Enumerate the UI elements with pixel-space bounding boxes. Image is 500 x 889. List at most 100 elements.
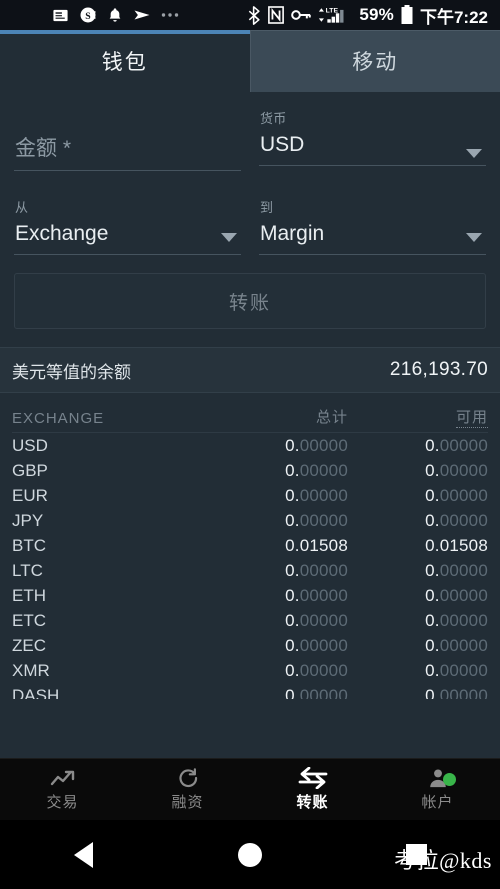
row-total: 0.00000 xyxy=(285,560,348,580)
row-available: 0.00000 xyxy=(425,660,488,680)
nav-item-trade[interactable]: 交易 xyxy=(0,759,125,820)
home-circle-icon xyxy=(238,842,262,867)
row-symbol: ZEC xyxy=(12,635,46,655)
row-available: 0.00000 xyxy=(425,485,488,505)
row-symbol: GBP xyxy=(12,460,48,480)
nav-item-transfer[interactable]: 转账 xyxy=(250,759,375,820)
transfer-button-wrap: 转账 xyxy=(0,255,500,329)
app-root: S LTE 59% 下午7:22 钱包 移动 金额 * 货币 USD 从 Exc… xyxy=(0,0,500,889)
row-total: 0.00000 xyxy=(285,660,348,680)
table-row[interactable]: GBP 0.00000 0.00000 xyxy=(12,458,488,483)
nav-item-trade-label: 交易 xyxy=(46,794,79,811)
clock-label: 下午7:22 xyxy=(419,7,488,27)
row-symbol: BTC xyxy=(12,535,46,555)
row-available: 0.00000 xyxy=(425,585,488,605)
row-symbol: DASH xyxy=(12,685,60,700)
row-total: 0.00000 xyxy=(285,485,348,505)
nav-item-funding-label: 融资 xyxy=(171,794,204,811)
android-back-button[interactable] xyxy=(0,841,167,868)
more-dots-icon xyxy=(161,12,179,18)
status-bar: S LTE 59% 下午7:22 xyxy=(0,0,500,30)
amount-input[interactable]: 金额 * xyxy=(14,126,241,171)
usd-equivalent-balance-bar: 美元等值的余额 216,193.70 xyxy=(0,347,500,393)
chevron-down-icon[interactable] xyxy=(221,233,237,242)
row-total: 0.00000 xyxy=(285,435,348,455)
table-row[interactable]: ETH 0.00000 0.00000 xyxy=(12,583,488,608)
chevron-down-icon[interactable] xyxy=(466,233,482,242)
row-total: 0.00000 xyxy=(285,510,348,530)
table-row[interactable]: BTC 0.01508 0.01508 xyxy=(12,533,488,558)
nav-item-transfer-label: 转账 xyxy=(296,794,329,811)
back-triangle-icon xyxy=(73,841,93,868)
balance-label: 美元等值的余额 xyxy=(12,362,131,382)
amount-field-wrap: 金额 * xyxy=(14,108,241,171)
table-header-row: EXCHANGE 总计 可用 xyxy=(12,393,488,433)
table-row[interactable]: JPY 0.00000 0.00000 xyxy=(12,508,488,533)
exchange-balances-table: EXCHANGE 总计 可用 USD 0.00000 0.00000 GBP 0.000… xyxy=(0,393,500,699)
bell-icon xyxy=(107,7,123,23)
refresh-icon xyxy=(177,767,199,789)
table-row[interactable]: ETC 0.00000 0.00000 xyxy=(12,608,488,633)
active-tab-indicator xyxy=(0,30,250,34)
currency-field-wrap: 货币 USD xyxy=(259,108,486,171)
table-row[interactable]: ZEC 0.00000 0.00000 xyxy=(12,633,488,658)
battery-icon xyxy=(401,5,413,25)
to-field-wrap: 到 Margin xyxy=(259,197,486,255)
chevron-down-icon[interactable] xyxy=(466,149,482,158)
row-available: 0.00000 xyxy=(425,635,488,655)
news-icon xyxy=(52,7,69,24)
row-symbol: EUR xyxy=(12,485,48,505)
lte-signal-icon: LTE xyxy=(318,5,352,25)
to-select[interactable]: Margin xyxy=(259,215,486,255)
balances-row-list[interactable]: USD 0.00000 0.00000 GBP 0.00000 0.00000 EUR 0.0… xyxy=(12,433,488,700)
from-select[interactable]: Exchange xyxy=(14,215,241,255)
status-system-icons: LTE 59% 下午7:22 xyxy=(248,3,492,28)
table-row[interactable]: USD 0.00000 0.00000 xyxy=(12,433,488,458)
table-row[interactable]: DASH 0.00000 0.00000 xyxy=(12,683,488,700)
column-header-total-label: 总计 xyxy=(315,409,348,426)
table-row[interactable]: EUR 0.00000 0.00000 xyxy=(12,483,488,508)
column-header-total: 总计 xyxy=(208,406,348,427)
row-total: 0.00000 xyxy=(285,460,348,480)
tab-move[interactable]: 移动 xyxy=(249,30,500,92)
table-row[interactable]: XMR 0.00000 0.00000 xyxy=(12,658,488,683)
tab-wallet-label: 钱包 xyxy=(101,51,148,74)
evernote-icon: S xyxy=(79,6,97,24)
vpn-key-icon xyxy=(291,9,312,21)
screenshot-watermark: 考拉@kds xyxy=(394,848,492,873)
nfc-icon xyxy=(268,6,285,24)
nav-item-funding[interactable]: 融资 xyxy=(125,759,250,820)
table-row[interactable]: LTC 0.00000 0.00000 xyxy=(12,558,488,583)
nav-item-account-label: 帐户 xyxy=(421,794,454,811)
row-available: 0.00000 xyxy=(425,510,488,530)
row-symbol: ETH xyxy=(12,585,46,605)
from-field-wrap: 从 Exchange xyxy=(14,197,241,255)
tab-wallet[interactable]: 钱包 xyxy=(0,30,250,92)
from-label: 从 xyxy=(15,200,29,215)
row-symbol: XMR xyxy=(12,660,50,680)
row-symbol: LTC xyxy=(12,560,43,580)
telegram-send-icon xyxy=(133,6,151,24)
currency-select[interactable]: USD xyxy=(259,126,486,166)
column-header-symbol: EXCHANGE xyxy=(12,410,105,427)
account-status-dot xyxy=(443,773,456,786)
android-home-button[interactable] xyxy=(167,842,334,867)
transfer-submit-button[interactable]: 转账 xyxy=(14,273,486,329)
row-symbol: ETC xyxy=(12,610,46,630)
row-total: 0.01508 xyxy=(285,535,348,555)
nav-item-account[interactable]: 帐户 xyxy=(375,759,500,820)
row-available: 0.00000 xyxy=(425,560,488,580)
tab-move-label: 移动 xyxy=(352,51,399,74)
transfer-form: 金额 * 货币 USD 从 Exchange 到 Margin xyxy=(0,92,500,255)
row-total: 0.00000 xyxy=(285,635,348,655)
balance-value: 216,193.70 xyxy=(389,359,488,380)
row-total: 0.00000 xyxy=(285,585,348,605)
status-notification-icons: S xyxy=(52,6,179,24)
row-available: 0.01508 xyxy=(425,535,488,555)
bottom-navigation: 交易 融资 转账 帐户 xyxy=(0,758,500,820)
battery-percent-label: 59% xyxy=(359,5,394,24)
transfer-arrows-icon xyxy=(298,767,328,789)
currency-label: 货币 xyxy=(260,111,287,126)
row-total: 0.00000 xyxy=(285,610,348,630)
row-symbol: JPY xyxy=(12,510,44,530)
